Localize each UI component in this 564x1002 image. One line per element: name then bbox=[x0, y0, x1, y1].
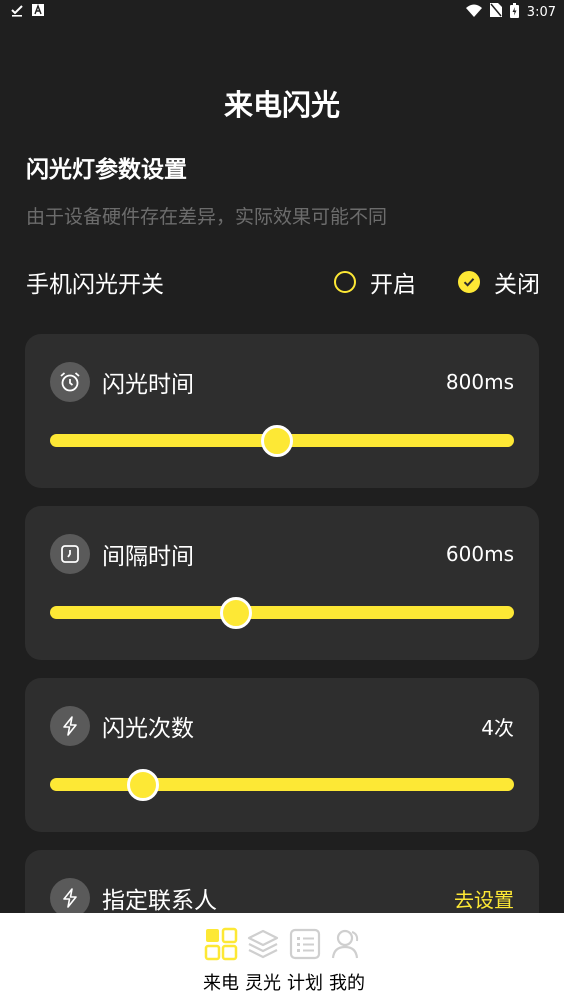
flash-count-slider[interactable] bbox=[50, 768, 514, 801]
flash-time-slider-thumb[interactable] bbox=[261, 424, 294, 457]
radio-on-label: 开启 bbox=[370, 272, 416, 298]
flash-switch-label: 手机闪光开关 bbox=[26, 272, 164, 298]
nav-item-calls[interactable]: 来电 bbox=[203, 969, 239, 995]
radio-on[interactable]: 开启 bbox=[334, 265, 416, 299]
nav-icons bbox=[204, 927, 364, 961]
section-title: 闪光灯参数设置 bbox=[26, 157, 187, 183]
alarm-clock-icon bbox=[50, 362, 90, 402]
layers-icon[interactable] bbox=[246, 927, 280, 961]
interval-time-title-wrap: 间隔时间 bbox=[50, 534, 194, 574]
flash-count-header: 闪光次数 4次 bbox=[50, 706, 514, 746]
flash-count-value: 4次 bbox=[481, 715, 514, 740]
clock-icon bbox=[50, 534, 90, 574]
user-icon[interactable] bbox=[330, 927, 364, 961]
status-left bbox=[10, 3, 44, 21]
radio-checked-icon bbox=[458, 271, 480, 293]
flash-time-header: 闪光时间 800ms bbox=[50, 362, 514, 402]
flash-time-slider[interactable] bbox=[50, 424, 514, 457]
status-bar: 3:07 bbox=[0, 0, 564, 24]
flash-count-card: 闪光次数 4次 bbox=[25, 678, 539, 832]
flash-count-title: 闪光次数 bbox=[102, 716, 194, 742]
radio-unchecked-icon bbox=[334, 271, 356, 293]
battery-charging-icon bbox=[509, 2, 519, 22]
interval-time-value: 600ms bbox=[445, 542, 514, 566]
grid-icon[interactable] bbox=[204, 927, 238, 961]
nav-item-inspiration[interactable]: 灵光 bbox=[245, 969, 281, 995]
list-icon[interactable] bbox=[288, 927, 322, 961]
nav-item-plan[interactable]: 计划 bbox=[287, 969, 323, 995]
no-sim-icon bbox=[489, 3, 502, 21]
lightning-icon bbox=[50, 706, 90, 746]
flash-time-title-wrap: 闪光时间 bbox=[50, 362, 194, 402]
status-right: 3:07 bbox=[465, 2, 556, 22]
interval-time-header: 间隔时间 600ms bbox=[50, 534, 514, 574]
interval-time-slider-thumb[interactable] bbox=[219, 596, 252, 629]
flash-count-slider-thumb[interactable] bbox=[126, 768, 159, 801]
interval-time-slider[interactable] bbox=[50, 596, 514, 629]
flash-time-value: 800ms bbox=[445, 370, 514, 394]
interval-time-card: 间隔时间 600ms bbox=[25, 506, 539, 660]
page-title: 来电闪光 bbox=[223, 88, 340, 122]
status-time: 3:07 bbox=[526, 4, 556, 20]
section-subtitle: 由于设备硬件存在差异，实际效果可能不同 bbox=[26, 206, 388, 228]
radio-off-label: 关闭 bbox=[494, 272, 540, 298]
flash-time-title: 闪光时间 bbox=[102, 372, 194, 398]
contact-title: 指定联系人 bbox=[102, 888, 217, 914]
flash-switch-row: 手机闪光开关 开启 关闭 bbox=[26, 262, 540, 302]
lightning-icon bbox=[50, 878, 90, 918]
contact-header: 指定联系人 去设置 bbox=[50, 878, 514, 918]
bottom-nav: 来电 灵光 计划 我的 bbox=[0, 913, 564, 1002]
app-notification-icon bbox=[32, 4, 44, 20]
flash-time-card: 闪光时间 800ms bbox=[25, 334, 539, 488]
radio-off[interactable]: 关闭 bbox=[458, 265, 540, 299]
interval-time-title: 间隔时间 bbox=[102, 544, 194, 570]
contact-setup-link[interactable]: 去设置 bbox=[454, 884, 514, 913]
contact-title-wrap: 指定联系人 bbox=[50, 878, 217, 918]
flash-count-title-wrap: 闪光次数 bbox=[50, 706, 194, 746]
nav-item-mine[interactable]: 我的 bbox=[329, 969, 365, 995]
wifi-icon bbox=[465, 4, 482, 21]
nav-labels: 来电 灵光 计划 我的 bbox=[203, 969, 365, 995]
download-done-icon bbox=[10, 3, 24, 21]
flash-switch-radio-group: 开启 关闭 bbox=[334, 265, 540, 299]
